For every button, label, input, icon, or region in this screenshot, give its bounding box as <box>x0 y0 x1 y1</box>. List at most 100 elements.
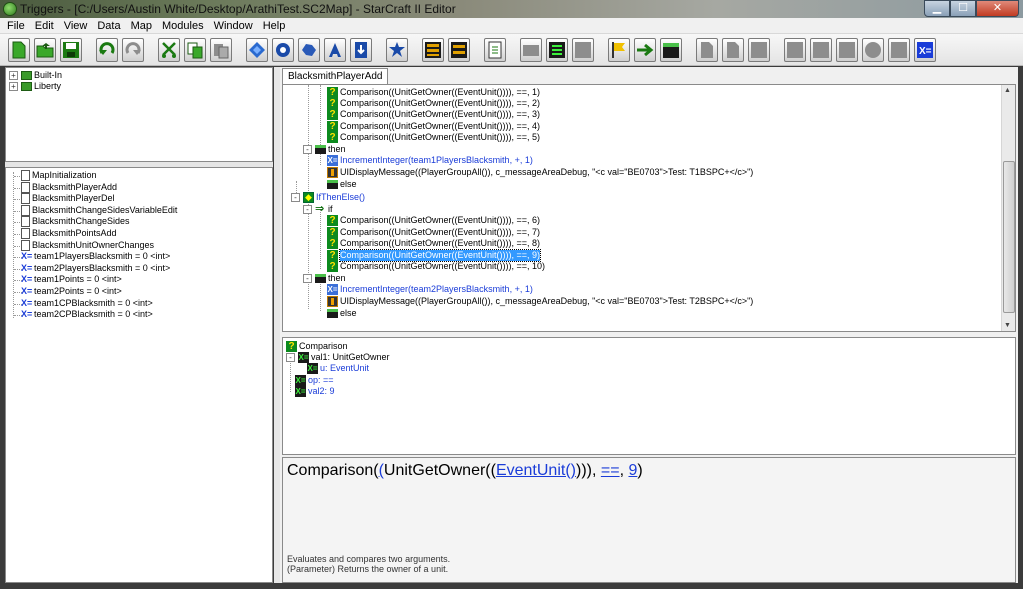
ui-module-icon[interactable] <box>448 38 470 62</box>
trigger-node[interactable]: ? Comparison((UnitGetOwner((EventUnit()))… <box>327 121 540 132</box>
variable-item[interactable]: X= team2PlayersBlacksmith = 0 <int> <box>21 263 170 274</box>
trigger-item[interactable]: BlacksmithUnitOwnerChanges <box>21 239 154 251</box>
menu-modules[interactable]: Modules <box>157 18 209 34</box>
terrain-module-icon[interactable] <box>246 38 268 62</box>
trigger-item[interactable]: BlacksmithChangeSidesVariableEdit <box>21 204 177 216</box>
close-button[interactable]: ✕ <box>976 0 1019 17</box>
scroll-down-icon[interactable]: ▼ <box>1004 322 1011 329</box>
trigger-item[interactable]: BlacksmithChangeSides <box>21 216 130 228</box>
tab-blacksmith-player-add[interactable]: BlacksmithPlayerAdd <box>282 68 389 85</box>
collapse-icon[interactable]: - <box>303 205 312 214</box>
trigger-item[interactable]: MapInitialization <box>21 170 97 181</box>
variable-item[interactable]: X= team2Points = 0 <int> <box>21 286 122 297</box>
undo-icon[interactable] <box>96 38 118 62</box>
trigger-node[interactable]: ? Comparison((UnitGetOwner((EventUnit()))… <box>327 215 540 226</box>
cutscene-module-icon[interactable] <box>386 38 408 62</box>
open-folder-icon[interactable] <box>34 38 56 62</box>
menu-edit[interactable]: Edit <box>30 18 59 34</box>
trigger-node[interactable]: X= IncrementInteger(team1PlayersBlacksmit… <box>327 155 533 166</box>
new-library-icon[interactable] <box>784 38 806 62</box>
trigger-node[interactable]: UIDisplayMessage((PlayerGroupAll()), c_m… <box>327 167 753 178</box>
maximize-button[interactable]: ☐ <box>950 0 976 17</box>
selected-trigger-node[interactable]: ? Comparison((UnitGetOwner((EventUnit()))… <box>327 249 542 262</box>
new-event-icon[interactable] <box>608 38 630 62</box>
menu-view[interactable]: View <box>59 18 93 34</box>
vertical-scrollbar[interactable]: ▲ ▼ <box>1001 85 1015 331</box>
new-preset-icon[interactable] <box>722 38 744 62</box>
ai-module-icon[interactable] <box>422 38 444 62</box>
new-param-icon[interactable] <box>888 38 910 62</box>
menu-window[interactable]: Window <box>209 18 258 34</box>
condition-icon: ? <box>286 341 297 352</box>
trigger-node[interactable]: ? Comparison((UnitGetOwner((EventUnit()))… <box>327 109 540 120</box>
event-unit-link[interactable]: EventUnit() <box>496 462 576 479</box>
cut-icon[interactable] <box>158 38 180 62</box>
trigger-node[interactable]: ? Comparison((UnitGetOwner((EventUnit()))… <box>327 87 540 98</box>
expand-icon[interactable]: + <box>9 82 18 91</box>
node-parameter-item[interactable]: - X= val1: UnitGetOwner <box>286 352 390 363</box>
new-action-definition-icon[interactable] <box>572 38 594 62</box>
trigger-node[interactable]: ? Comparison((UnitGetOwner((EventUnit()))… <box>327 238 540 249</box>
node-parameter-item[interactable]: X= val2: 9 <box>295 386 335 397</box>
collapse-icon[interactable]: - <box>286 353 295 362</box>
tree-item-built-in[interactable]: + Built-In <box>9 70 62 81</box>
trigger-node[interactable]: X= IncrementInteger(team2PlayersBlacksmit… <box>327 284 533 295</box>
collapse-icon[interactable]: - <box>291 193 300 202</box>
redo-icon[interactable] <box>122 38 144 62</box>
window-title-bar[interactable]: Triggers - [C:/Users/Austin White/Deskto… <box>0 0 1023 18</box>
node-parameter-item[interactable]: X= u: EventUnit <box>307 363 369 374</box>
new-action-icon[interactable] <box>660 38 682 62</box>
minimize-button[interactable]: ▁ <box>924 0 950 17</box>
trigger-node[interactable]: UIDisplayMessage((PlayerGroupAll()), c_m… <box>327 296 753 307</box>
new-trigger-icon[interactable] <box>546 38 568 62</box>
trigger-node[interactable]: ? Comparison((UnitGetOwner((EventUnit()))… <box>327 132 540 143</box>
node-parameter-item[interactable]: X= op: == <box>295 375 334 386</box>
text-module-icon[interactable] <box>324 38 346 62</box>
new-label-icon[interactable] <box>862 38 884 62</box>
variable-item[interactable]: X= team1CPBlacksmith = 0 <int> <box>21 298 153 309</box>
save-icon[interactable] <box>60 38 82 62</box>
new-condition-icon[interactable] <box>634 38 656 62</box>
import-module-icon[interactable] <box>350 38 372 62</box>
menu-map[interactable]: Map <box>126 18 157 34</box>
trigger-node[interactable]: - then <box>303 273 346 284</box>
new-comment-icon[interactable] <box>696 38 718 62</box>
menu-help[interactable]: Help <box>258 18 291 34</box>
expand-icon[interactable]: + <box>9 71 18 80</box>
trigger-item[interactable]: BlacksmithPlayerDel <box>21 193 115 205</box>
variable-item[interactable]: X= team1Points = 0 <int> <box>21 274 122 285</box>
new-variable-icon[interactable]: X= <box>914 38 936 62</box>
new-record-icon[interactable] <box>748 38 770 62</box>
operator-link[interactable]: == <box>601 462 620 479</box>
trigger-node[interactable]: ? Comparison((UnitGetOwner((EventUnit()))… <box>327 227 540 238</box>
variable-item[interactable]: X= team2CPBlacksmith = 0 <int> <box>21 309 153 320</box>
new-folder-icon[interactable] <box>520 38 542 62</box>
new-map-icon[interactable] <box>8 38 30 62</box>
trigger-node[interactable]: else <box>327 308 357 319</box>
paste-icon[interactable] <box>210 38 232 62</box>
tree-item-liberty[interactable]: + Liberty <box>9 81 61 92</box>
trigger-node[interactable]: - ⇒ if <box>303 204 333 215</box>
trigger-item[interactable]: BlacksmithPointsAdd <box>21 228 117 239</box>
scrollbar-thumb[interactable] <box>1003 161 1015 313</box>
trigger-node[interactable]: - ◆ IfThenElse() <box>291 192 365 203</box>
menu-data[interactable]: Data <box>92 18 125 34</box>
variable-item[interactable]: X= team1PlayersBlacksmith = 0 <int> <box>21 251 170 262</box>
collapse-icon[interactable]: - <box>303 274 312 283</box>
sound-module-icon[interactable] <box>484 38 506 62</box>
trigger-item[interactable]: BlacksmithPlayerAdd <box>21 181 117 193</box>
triggers-module-icon[interactable] <box>272 38 294 62</box>
copy-icon[interactable] <box>184 38 206 62</box>
trigger-document-icon <box>21 228 30 239</box>
new-function-icon[interactable] <box>810 38 832 62</box>
node-parameter-item[interactable]: ? Comparison <box>286 341 348 352</box>
data-module-icon[interactable] <box>298 38 320 62</box>
collapse-icon[interactable]: - <box>303 145 312 154</box>
new-custom-script-icon[interactable] <box>836 38 858 62</box>
trigger-node[interactable]: ? Comparison((UnitGetOwner((EventUnit()))… <box>327 98 540 109</box>
scroll-up-icon[interactable]: ▲ <box>1004 87 1011 94</box>
trigger-node[interactable]: else <box>327 179 357 190</box>
trigger-node[interactable]: - then <box>303 144 346 155</box>
menu-file[interactable]: File <box>2 18 30 34</box>
trigger-node[interactable]: ? Comparison((UnitGetOwner((EventUnit()))… <box>327 261 545 272</box>
